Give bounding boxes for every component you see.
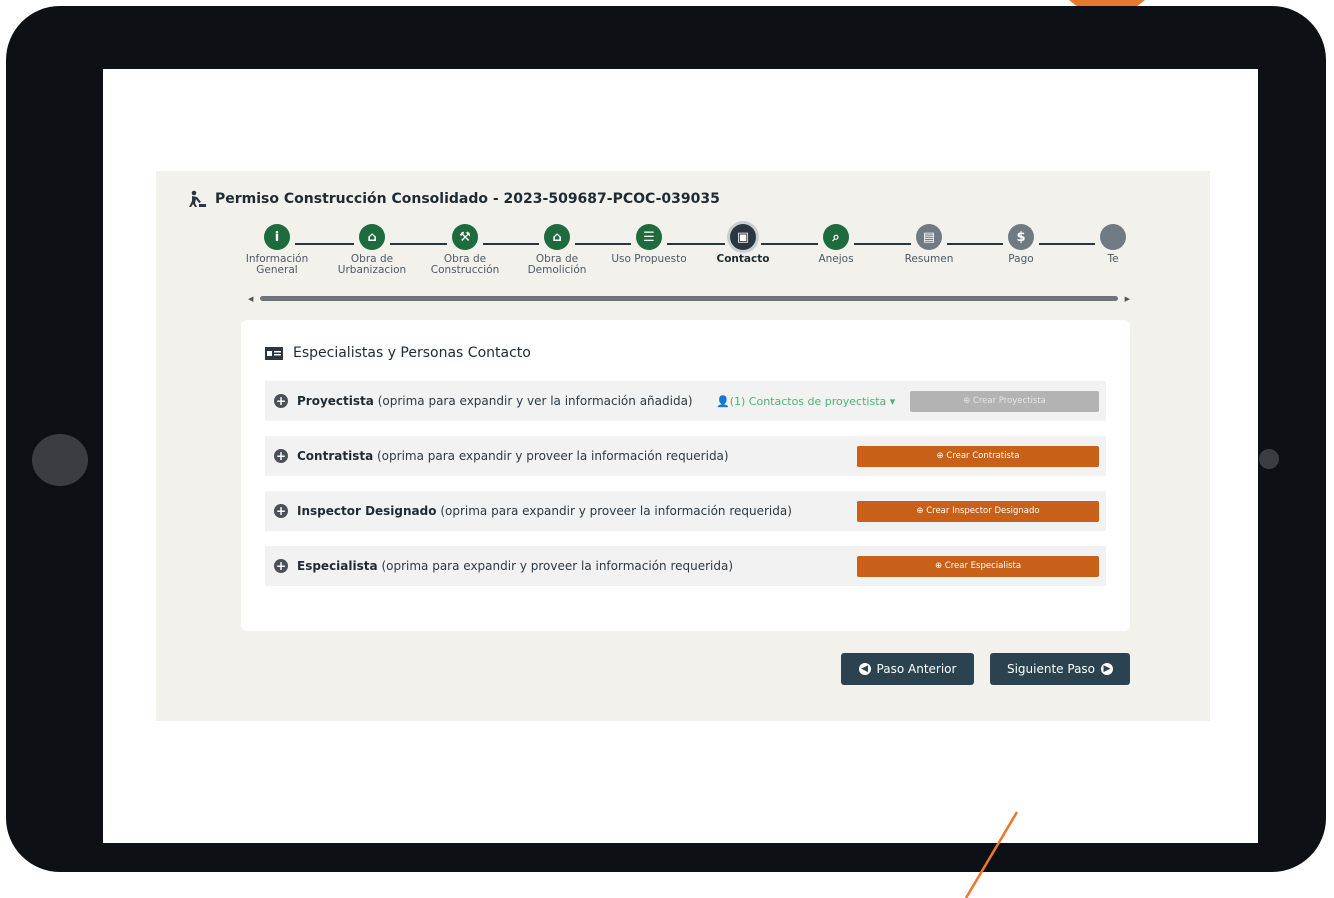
orange-annotation-line: [964, 811, 1019, 898]
